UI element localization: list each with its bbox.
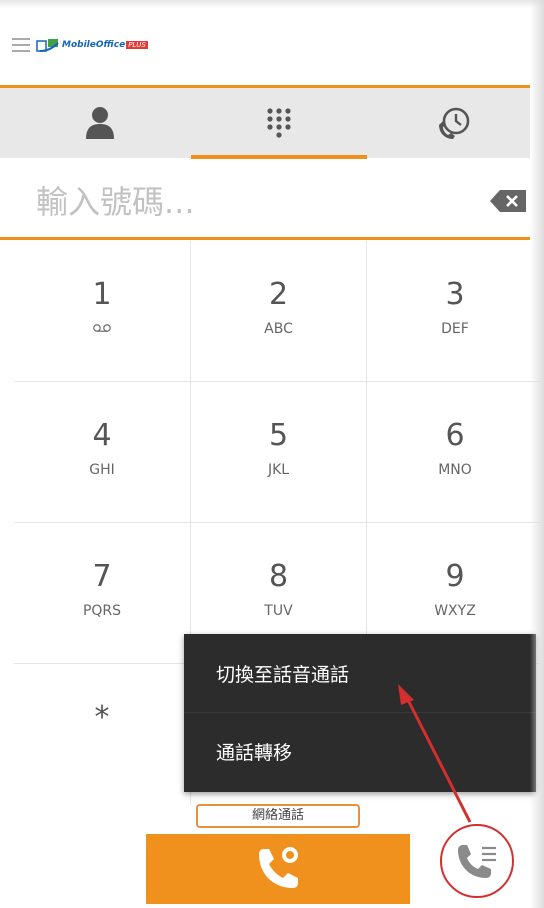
key-7[interactable]: 7 PQRS	[14, 523, 191, 664]
logo-badge: PLUS	[126, 41, 148, 49]
active-tab-indicator	[191, 155, 367, 159]
key-digit: 3	[445, 277, 465, 312]
key-letters: JKL	[267, 462, 290, 478]
key-digit: 2	[268, 277, 289, 312]
menu-item-switch-to-voice-call[interactable]: 切換至話音通話	[184, 634, 536, 712]
key-letters: ABC	[264, 321, 293, 337]
key-star[interactable]: *	[14, 664, 191, 805]
tab-bar	[0, 88, 530, 158]
dialer-screen: MobileOffice PLUS 輸入號碼... 1 2 ABC 3 DEF …	[0, 0, 544, 908]
menu-item-call-transfer[interactable]: 通話轉移	[184, 712, 536, 790]
call-button[interactable]	[146, 834, 410, 904]
key-2[interactable]: 2 ABC	[191, 241, 367, 382]
key-4[interactable]: 4 GHI	[14, 382, 191, 523]
top-bar: MobileOffice PLUS	[0, 0, 530, 88]
key-3[interactable]: 3 DEF	[367, 241, 543, 382]
key-letters: PQRS	[82, 603, 122, 619]
key-digit: 6	[445, 418, 465, 453]
key-1[interactable]: 1	[14, 241, 191, 382]
key-digit: 9	[445, 559, 465, 594]
tab-dialpad[interactable]	[191, 88, 367, 158]
key-digit: 5	[268, 418, 289, 453]
dialpad-icon	[267, 108, 291, 138]
key-digit: 8	[268, 559, 289, 594]
key-letters: DEF	[441, 321, 469, 337]
app-logo: MobileOffice PLUS	[36, 36, 148, 54]
call-menu-button[interactable]	[440, 824, 514, 898]
tab-history[interactable]	[366, 88, 542, 158]
voip-call-label: 網絡通話	[196, 804, 360, 828]
tab-contacts[interactable]	[12, 88, 188, 158]
logo-mark-icon	[36, 37, 60, 53]
key-digit: 1	[92, 277, 112, 312]
history-icon	[439, 107, 470, 139]
voicemail-icon	[93, 324, 111, 332]
phone-menu-icon	[458, 845, 496, 878]
key-letters: TUV	[264, 603, 293, 619]
key-letters: WXYZ	[434, 603, 476, 619]
number-input-row	[0, 160, 530, 240]
key-letters: GHI	[89, 462, 115, 478]
key-digit: *	[94, 700, 110, 735]
backspace-icon[interactable]	[490, 190, 526, 212]
call-options-menu: 切換至話音通話 通話轉移	[184, 634, 536, 792]
contacts-icon	[86, 107, 114, 139]
key-digit: 4	[92, 418, 112, 453]
phone-call-icon	[259, 847, 298, 888]
hamburger-menu-icon[interactable]	[12, 38, 30, 52]
key-5[interactable]: 5 JKL	[191, 382, 367, 523]
phone-number-input[interactable]	[36, 180, 456, 224]
key-digit: 7	[92, 559, 112, 594]
key-6[interactable]: 6 MNO	[367, 382, 543, 523]
key-letters: MNO	[438, 462, 472, 478]
logo-text: MobileOffice	[62, 40, 126, 50]
right-shadow	[530, 0, 544, 908]
